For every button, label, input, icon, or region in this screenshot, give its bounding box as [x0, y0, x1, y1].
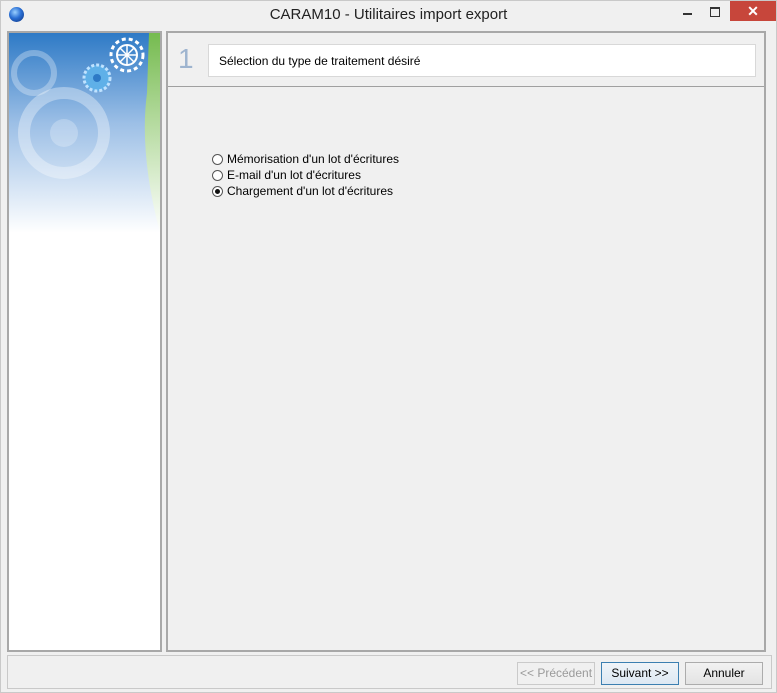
title-bar[interactable]: CARAM10 - Utilitaires import export ✕	[1, 1, 776, 29]
minimize-icon	[682, 12, 692, 15]
radio-button[interactable]	[212, 153, 223, 165]
wizard-side-panel	[7, 31, 162, 652]
radio-label[interactable]: E-mail d'un lot d'écritures	[227, 168, 361, 182]
minimize-button[interactable]	[673, 1, 701, 21]
step-title: Sélection du type de traitement désiré	[219, 54, 421, 68]
radio-option-chargement[interactable]: Chargement d'un lot d'écritures	[212, 183, 393, 199]
maximize-button[interactable]	[701, 1, 729, 21]
close-button[interactable]: ✕	[730, 1, 776, 21]
close-icon: ✕	[747, 3, 759, 19]
previous-button[interactable]: << Précédent	[517, 662, 595, 685]
wizard-content-panel: 1 Sélection du type de traitement désiré	[166, 31, 766, 652]
radio-button-selected[interactable]	[212, 185, 223, 197]
maximize-icon	[710, 7, 720, 18]
window-title: CARAM10 - Utilitaires import export	[269, 6, 508, 23]
radio-option-memorisation[interactable]: Mémorisation d'un lot d'écritures	[212, 151, 399, 167]
step-title-box: Sélection du type de traitement désiré	[208, 44, 756, 77]
gears-banner-image	[9, 33, 160, 233]
radio-label[interactable]: Mémorisation d'un lot d'écritures	[227, 152, 399, 166]
cancel-button[interactable]: Annuler	[685, 662, 763, 685]
step-header: 1 Sélection du type de traitement désiré	[168, 33, 764, 87]
wizard-window: CARAM10 - Utilitaires import export ✕ 1 …	[0, 0, 777, 693]
radio-button[interactable]	[212, 169, 223, 181]
step-number: 1	[178, 43, 194, 74]
next-button[interactable]: Suivant >>	[601, 662, 679, 685]
radio-option-email[interactable]: E-mail d'un lot d'écritures	[212, 167, 361, 183]
radio-label[interactable]: Chargement d'un lot d'écritures	[227, 184, 393, 198]
